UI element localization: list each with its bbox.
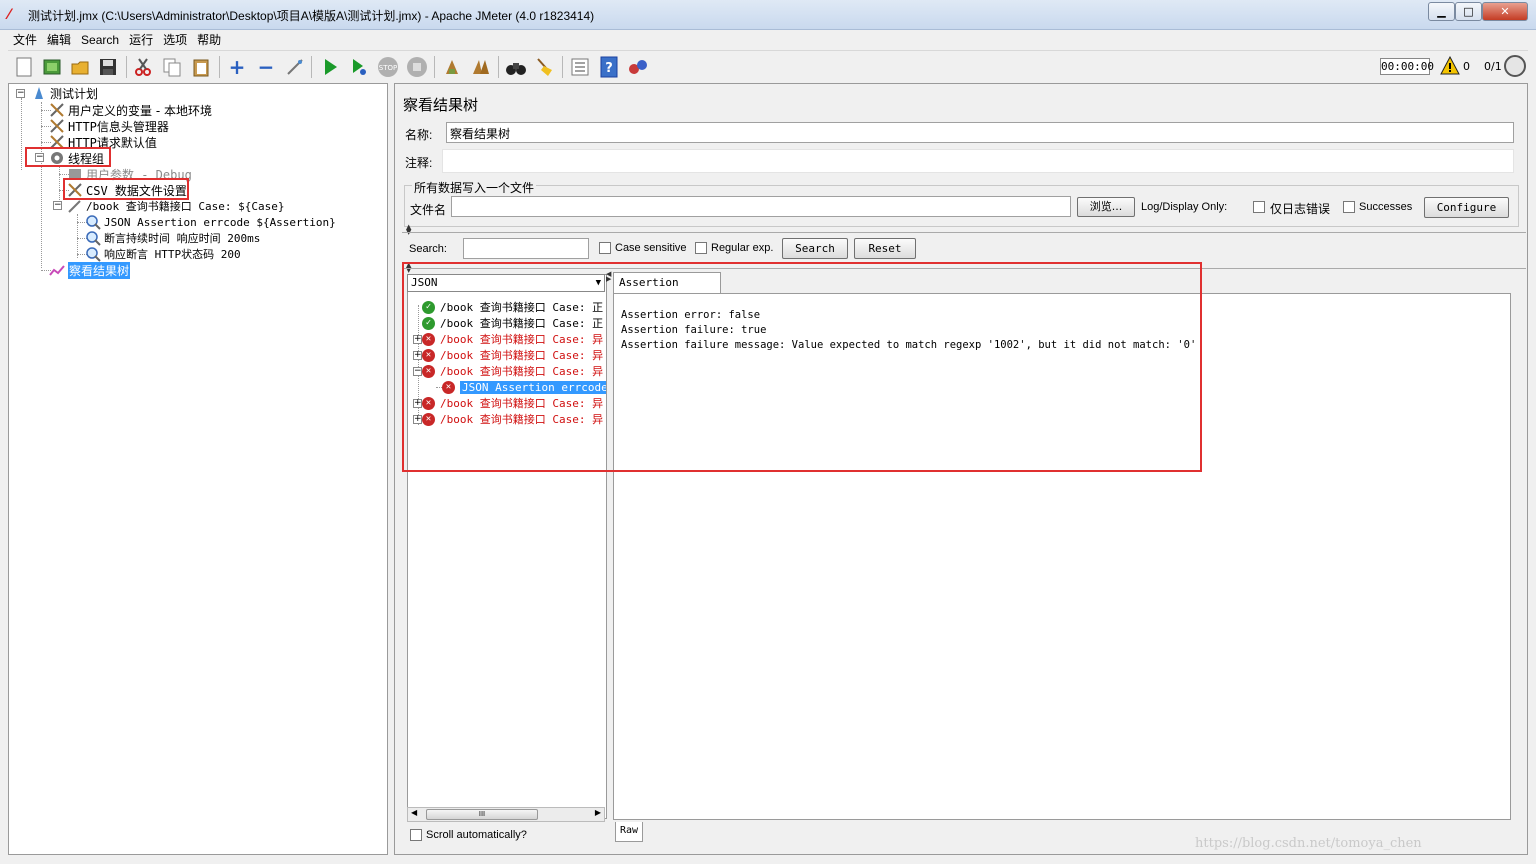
name-label: 名称:: [405, 128, 433, 142]
magnifier-icon: [85, 230, 101, 246]
watermark: https://blog.csdn.net/tomoya_chen: [1195, 836, 1422, 851]
open-icon[interactable]: [68, 55, 92, 79]
menu-help[interactable]: 帮助: [192, 31, 226, 48]
scroll-automatically-checkbox[interactable]: [410, 829, 422, 841]
highlight-box-csv: [63, 178, 189, 200]
menu-options[interactable]: 选项: [158, 31, 192, 48]
name-input[interactable]: 察看结果树: [446, 122, 1514, 143]
tree-node-response-assertion[interactable]: 响应断言 HTTP状态码 200: [85, 246, 241, 262]
menu-file[interactable]: 文件: [8, 31, 42, 48]
scroll-automatically-label: Scroll automatically?: [426, 829, 527, 841]
tree-node-header-manager[interactable]: HTTP信息头管理器: [49, 118, 169, 134]
expand-all-icon[interactable]: +: [225, 55, 249, 79]
magnifier-icon: [85, 246, 101, 262]
new-icon[interactable]: [12, 55, 36, 79]
search-button[interactable]: Search: [782, 238, 848, 259]
start-icon[interactable]: [318, 55, 342, 79]
comment-input[interactable]: [442, 149, 1514, 173]
stop-icon[interactable]: STOP: [376, 55, 400, 79]
pipette-sampler-icon: [67, 198, 83, 214]
scroll-left-arrow-icon[interactable]: ◀: [411, 808, 417, 817]
split-arrows-icon[interactable]: ▲ ▼: [406, 224, 411, 236]
search-binoculars-icon[interactable]: [504, 55, 528, 79]
warning-icon[interactable]: [1440, 55, 1460, 76]
reset-search-broom-icon[interactable]: [533, 55, 557, 79]
case-sensitive-label: Case sensitive: [615, 242, 687, 254]
search-input[interactable]: [463, 238, 589, 259]
highlight-box-results: [402, 262, 1202, 472]
jmeter-feather-icon: ⁄: [8, 7, 11, 23]
scroll-right-arrow-icon[interactable]: ▶: [595, 808, 601, 817]
successes-checkbox[interactable]: [1343, 201, 1355, 213]
elapsed-timer: 00:00:00: [1380, 58, 1434, 75]
tree-node-book-sampler[interactable]: /book 查询书籍接口 Case: ${Case}: [67, 198, 284, 214]
start-no-pauses-icon[interactable]: [347, 55, 371, 79]
shutdown-icon[interactable]: [405, 55, 429, 79]
maximize-button[interactable]: □: [1455, 2, 1482, 21]
errors-only-label: 仅日志错误: [1270, 202, 1331, 216]
filename-label: 文件名: [410, 203, 447, 217]
menu-run[interactable]: 运行: [124, 31, 158, 48]
test-plan-icon: [31, 85, 47, 101]
copy-icon[interactable]: [160, 55, 184, 79]
tree-node-view-results-tree[interactable]: 察看结果树: [49, 261, 131, 279]
function-helper-icon[interactable]: [568, 55, 592, 79]
tree-node-test-plan[interactable]: 测试计划: [31, 85, 98, 101]
minimize-button[interactable]: ▁: [1428, 2, 1455, 21]
results-horizontal-scrollbar[interactable]: ◀ III ▶: [407, 807, 605, 822]
remote-start-icon[interactable]: [626, 55, 650, 79]
collapse-sampler-toggle[interactable]: −: [53, 201, 62, 210]
svg-text:STOP: STOP: [379, 64, 397, 72]
toggle-icon[interactable]: [283, 55, 307, 79]
regex-checkbox[interactable]: [695, 242, 707, 254]
regex-label: Regular exp.: [711, 242, 774, 254]
write-results-group-title: 所有数据写入一个文件: [412, 179, 537, 196]
tree-node-json-assertion[interactable]: JSON Assertion errcode ${Assertion}: [85, 214, 336, 230]
tree-node-user-variables[interactable]: 用户定义的变量 - 本地环境: [49, 102, 212, 118]
menu-edit[interactable]: 编辑: [42, 31, 76, 48]
clear-icon[interactable]: [440, 55, 464, 79]
view-results-tree-panel: 察看结果树 名称: 察看结果树 注释: 所有数据写入一个文件 文件名 浏览...…: [394, 83, 1528, 855]
clear-all-icon[interactable]: [469, 55, 493, 79]
toolbar: + − STOP ? 00:00:00 0 0/1: [8, 50, 1528, 82]
scroll-thumb[interactable]: III: [426, 809, 538, 820]
filename-input[interactable]: [451, 196, 1071, 217]
panel-title: 察看结果树: [403, 97, 479, 114]
active-threads-count: 0/1: [1484, 60, 1502, 73]
reset-button[interactable]: Reset: [854, 238, 916, 259]
test-plan-tree[interactable]: − 测试计划 用户定义的变量 - 本地环境 HTTP信息头管理器 HTTP请求默…: [8, 83, 388, 855]
cut-icon[interactable]: [131, 55, 155, 79]
collapse-all-icon[interactable]: −: [254, 55, 278, 79]
log-display-only-label: Log/Display Only:: [1141, 201, 1228, 213]
highlight-box-thread-group: [25, 147, 111, 167]
comment-label: 注释:: [405, 156, 433, 170]
help-icon[interactable]: ?: [597, 55, 621, 79]
collapse-root-toggle[interactable]: −: [16, 89, 25, 98]
wrench-screwdriver-icon: [49, 102, 65, 118]
chart-listener-icon: [49, 262, 65, 278]
menu-search[interactable]: Search: [76, 33, 124, 47]
paste-icon[interactable]: [189, 55, 213, 79]
close-button[interactable]: ✕: [1482, 2, 1528, 21]
templates-icon[interactable]: [40, 55, 64, 79]
tab-raw[interactable]: Raw: [615, 822, 643, 842]
case-sensitive-checkbox[interactable]: [599, 242, 611, 254]
magnifier-icon: [85, 214, 101, 230]
menu-bar: 文件 编辑 Search 运行 选项 帮助: [8, 30, 1528, 49]
successes-label: Successes: [1359, 201, 1413, 213]
window-title: 测试计划.jmx (C:\Users\Administrator\Desktop…: [28, 9, 595, 23]
browse-button[interactable]: 浏览...: [1077, 197, 1135, 217]
running-status-icon: [1504, 55, 1526, 77]
configure-button[interactable]: Configure: [1424, 197, 1509, 218]
tree-node-duration-assertion[interactable]: 断言持续时间 响应时间 200ms: [85, 230, 260, 246]
wrench-screwdriver-icon: [49, 118, 65, 134]
error-count: 0: [1463, 60, 1470, 73]
title-bar: ⁄ 测试计划.jmx (C:\Users\Administrator\Deskt…: [0, 0, 1536, 30]
errors-only-checkbox[interactable]: [1253, 201, 1265, 213]
save-icon[interactable]: [96, 55, 120, 79]
search-label: Search:: [409, 243, 447, 255]
svg-text:?: ?: [605, 61, 613, 76]
